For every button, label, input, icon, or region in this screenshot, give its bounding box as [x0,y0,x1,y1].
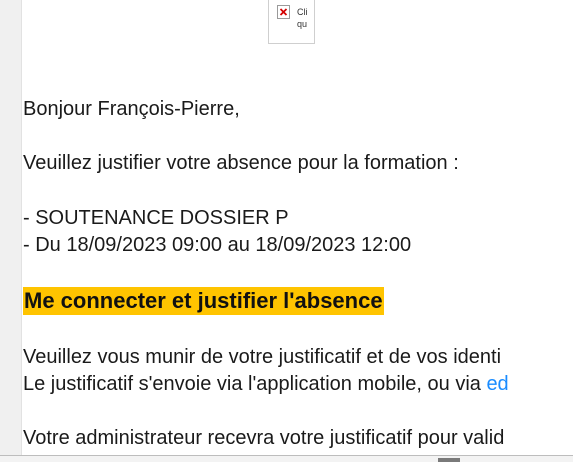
course-dates-text: - Du 18/09/2023 09:00 au 18/09/2023 12:0… [23,234,412,256]
absence-request-text: Veuillez justifier votre absence pour la… [23,152,459,174]
justify-absence-link[interactable]: Me connecter et justifier l'absence [23,287,384,315]
admin-note-text: Votre administrateur recevra votre justi… [23,427,505,449]
instructions-text: Veuillez vous munir de votre justificati… [23,346,502,368]
email-viewport: Cliqu Bonjour François-Pierre, Veuillez … [0,0,573,462]
mobile-app-text: Le justificatif s'envoie via l'applicati… [23,372,509,396]
left-gutter [0,0,22,462]
course-name-text: - SOUTENANCE DOSSIER P [23,207,289,229]
mobile-app-text-content: Le justificatif s'envoie via l'applicati… [23,373,487,395]
scrollbar-thumb[interactable] [438,458,460,462]
image-alt-text: Cliqu [297,7,308,29]
broken-image-icon [277,5,290,19]
image-placeholder[interactable]: Cliqu [268,0,315,44]
greeting-text: Bonjour François-Pierre, [23,98,240,120]
web-link[interactable]: ed [486,373,508,395]
horizontal-scrollbar[interactable] [0,455,573,462]
